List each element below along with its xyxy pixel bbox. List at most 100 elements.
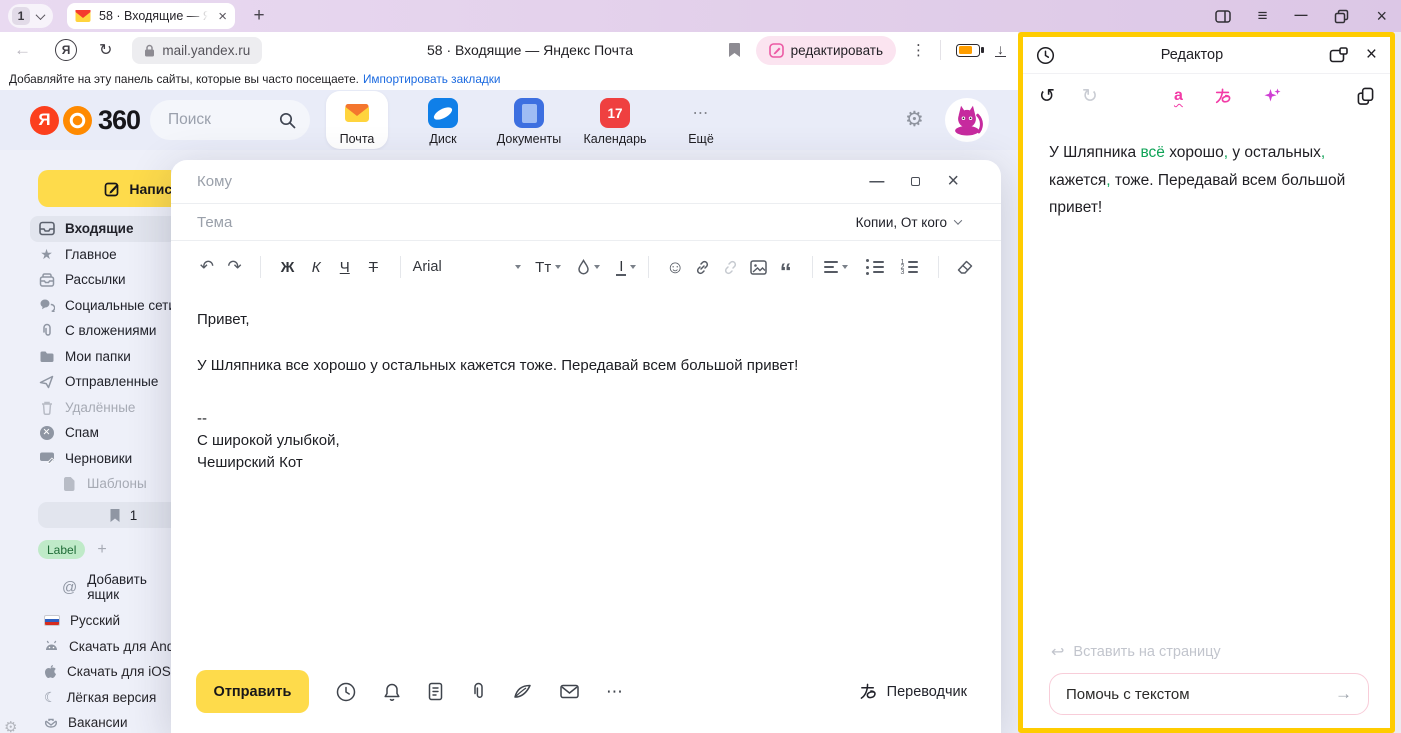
vacancies-link[interactable]: Вакансии [0,710,171,733]
refresh-icon[interactable]: ↻ [99,40,112,60]
app-documents[interactable]: Документы [498,91,560,149]
bookmarked-messages-pill[interactable]: 1 [38,502,171,528]
editor-undo-icon[interactable]: ↺ [1039,85,1055,108]
sidebar-item-sent[interactable]: Отправленные [0,369,171,395]
editor-close-icon[interactable]: × [1366,44,1377,66]
envelope-icon[interactable] [560,684,579,699]
settings-corner-icon[interactable]: ⚙ [4,718,17,733]
message-body[interactable]: Привет, У Шляпника все хорошо у остальны… [171,293,1001,473]
template-note-icon[interactable] [428,682,443,701]
unlink-icon[interactable] [717,259,745,276]
corrected-text[interactable]: У Шляпника всё хорошо, у остальных, каже… [1023,118,1383,222]
compose-button[interactable]: Написать письмо [38,170,171,207]
app-mail[interactable]: Почта [326,91,388,149]
new-tab-button[interactable]: + [247,4,271,28]
app-disk[interactable]: Диск [412,91,474,149]
light-version-link[interactable]: ☾ Лёгкая версия [0,685,171,711]
downloads-icon[interactable]: ↓ [995,43,1006,58]
sidebar-item-my-folders[interactable]: Мои папки [0,344,171,370]
restore-window-icon[interactable] [1334,9,1349,24]
font-size-select[interactable]: Tт [535,259,551,276]
reminder-bell-icon[interactable] [383,682,401,702]
strikethrough-button[interactable]: Т [359,259,388,276]
bookmark-icon[interactable] [728,42,741,58]
font-family-select[interactable]: Arial [413,259,522,275]
copy-icon[interactable] [1357,87,1374,105]
url-field[interactable]: mail.yandex.ru [132,37,262,64]
search-input[interactable]: Поиск [150,100,310,140]
ai-prompt-input[interactable]: Помочь с текстом → [1049,673,1369,715]
menu-icon[interactable]: ≡ [1258,6,1268,26]
editor-redo-icon[interactable]: ↻ [1082,85,1098,108]
translator-button[interactable]: Переводчик [859,682,967,701]
more-vertical-icon[interactable]: ⋮ [911,41,925,59]
compose-expand-icon[interactable] [911,177,920,186]
subject-field[interactable]: Тема [197,214,856,231]
tab-counter[interactable]: 1 [8,4,53,28]
battery-icon[interactable] [956,44,980,57]
undo-icon[interactable]: ↶ [193,257,221,277]
edit-document-button[interactable]: редактировать [756,36,896,65]
sidebar-item-attachments[interactable]: С вложениями [0,318,171,344]
schedule-send-icon[interactable] [336,682,356,702]
yandex-360-logo[interactable]: Я 360 [30,105,140,136]
send-button[interactable]: Отправить [196,670,309,713]
signature-pen-icon[interactable] [513,683,533,700]
emoji-icon[interactable]: ☺ [661,257,689,278]
import-bookmarks-link[interactable]: Импортировать закладки [363,72,501,86]
sidebar-item-main[interactable]: ★ Главное [0,242,171,268]
cc-from-toggle[interactable]: Копии, От кого [856,215,961,230]
redo-icon[interactable]: ↷ [221,257,249,277]
italic-button[interactable]: К [302,259,331,276]
sidebar-item-newsletters[interactable]: Рассылки [0,267,171,293]
to-field[interactable]: Кому [197,173,869,190]
link-label: Скачать для Android [69,639,171,654]
translate-icon[interactable] [1214,87,1232,105]
bold-button[interactable]: Ж [273,259,302,276]
language-link[interactable]: Русский [0,608,171,634]
open-in-window-icon[interactable] [1329,47,1348,64]
download-ios-link[interactable]: Скачать для iOS [0,659,171,685]
settings-gear-icon[interactable]: ⚙ [905,107,924,132]
more-options-icon[interactable]: ⋯ [606,682,624,702]
compose-minimize-icon[interactable]: — [869,173,884,190]
highlight-color-button[interactable] [577,259,600,275]
link-icon[interactable] [689,259,717,276]
attach-file-icon[interactable] [470,682,486,701]
spellcheck-icon[interactable]: а [1174,87,1183,105]
sidebar-item-drafts[interactable]: Черновики [0,446,171,472]
quote-icon[interactable]: “ [772,268,800,278]
sidebar-item-templates[interactable]: Шаблоны [0,471,171,497]
submit-arrow-icon[interactable]: → [1335,684,1352,704]
add-mailbox-button[interactable]: @ Добавить ящик [62,572,171,602]
magic-sparkles-icon[interactable] [1263,87,1281,105]
align-button[interactable] [824,261,848,272]
numbered-list-button[interactable]: 123 [900,260,918,275]
bullet-list-button[interactable] [866,259,884,274]
tab-close-icon[interactable]: × [218,9,227,24]
browser-tab[interactable]: 58 · Входящие — Яндекс Почта × [67,3,235,29]
download-android-link[interactable]: Скачать для Android [0,634,171,660]
app-more[interactable]: ⋯ Ещё [670,91,732,149]
insert-to-page-button[interactable]: ↩ Вставить на страницу [1049,642,1369,662]
side-panel-icon[interactable] [1215,9,1231,24]
close-window-icon[interactable]: × [1376,6,1387,27]
minimize-window-icon[interactable]: — [1294,7,1307,22]
browser-logo-icon[interactable]: Я [55,39,77,61]
history-icon[interactable] [1036,46,1055,65]
app-calendar[interactable]: 17 Календарь [584,91,646,149]
clear-format-icon[interactable] [951,260,979,275]
sidebar-item-social[interactable]: Социальные сети [0,293,171,319]
sidebar-item-spam[interactable]: ✕ Спам [0,420,171,446]
text-color-button[interactable]: I [616,259,636,276]
font-size-glyph: Tт [535,259,551,276]
insert-image-icon[interactable] [744,260,772,275]
label-tag[interactable]: Label [38,540,85,559]
user-avatar[interactable] [945,98,989,142]
back-icon[interactable]: ← [14,40,31,60]
sidebar-item-trash[interactable]: Удалённые [0,395,171,421]
sidebar-item-inbox[interactable]: Входящие [30,216,171,242]
compose-close-icon[interactable]: × [947,170,959,193]
add-label-icon[interactable]: + [97,541,106,559]
underline-button[interactable]: Ч [330,259,359,276]
